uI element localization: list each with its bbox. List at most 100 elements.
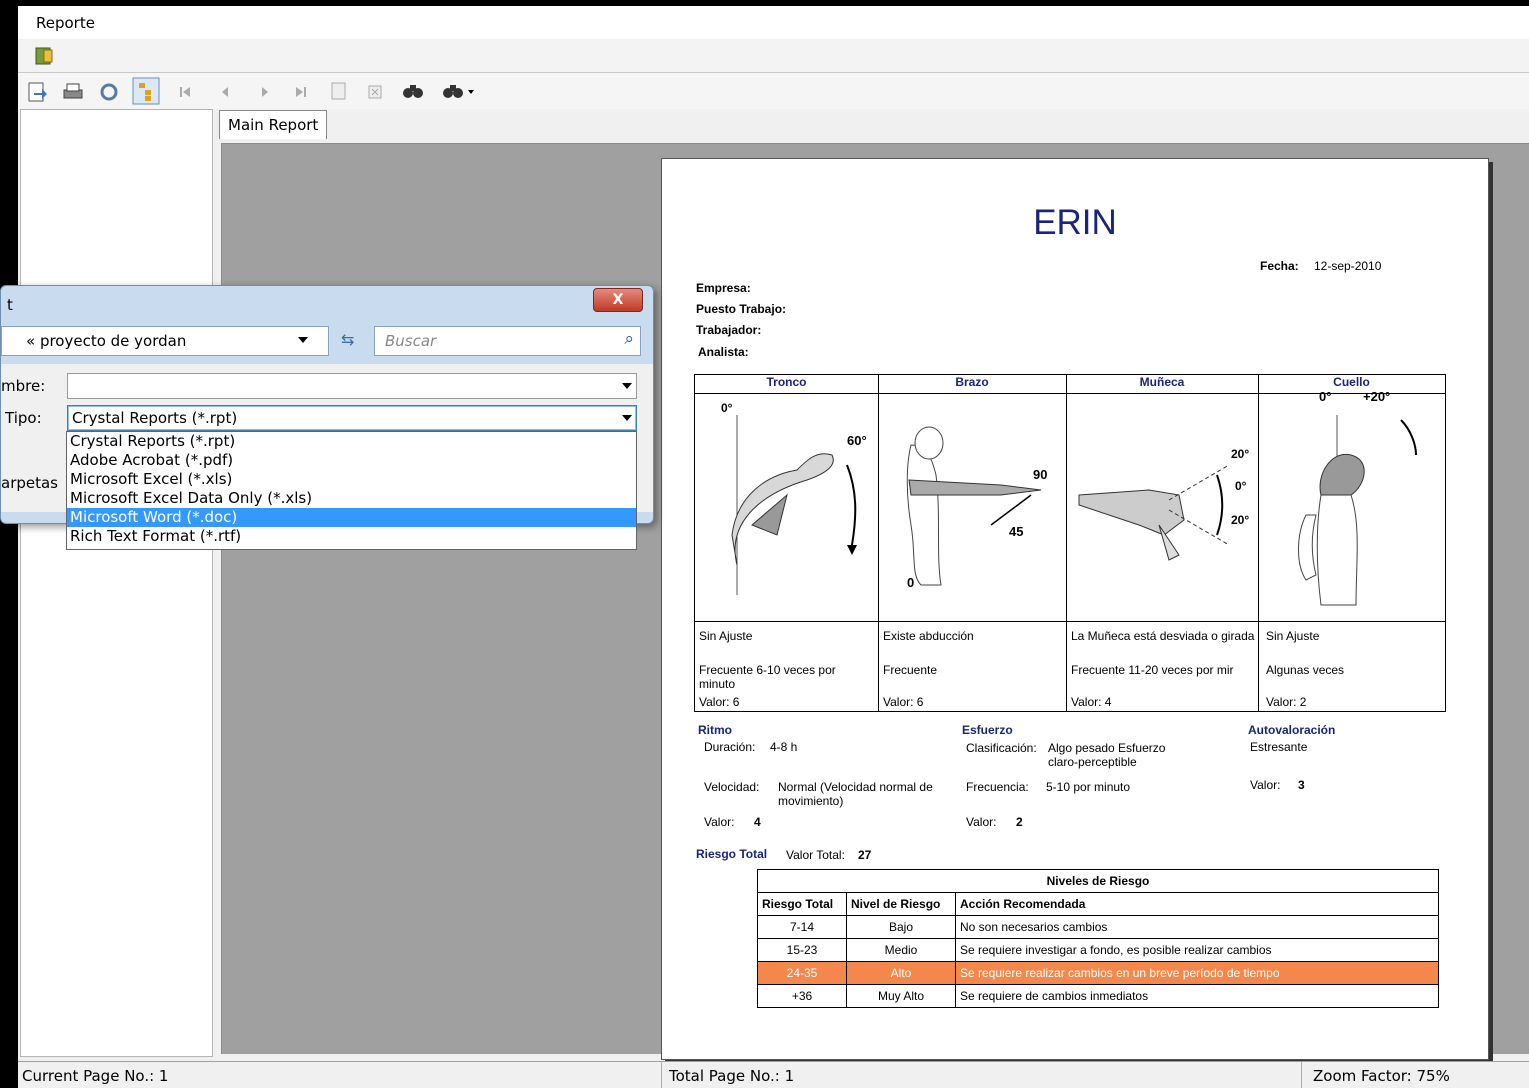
prev-page-icon[interactable] [218, 84, 232, 103]
chevron-down-icon[interactable] [298, 337, 308, 343]
cuello-ajuste: Sin Ajuste [1266, 629, 1320, 643]
option-excel-data-only[interactable]: Microsoft Excel Data Only (*.xls) [67, 489, 636, 508]
col-header-tronco: Tronco [695, 375, 878, 394]
carpetas-label[interactable]: arpetas [1, 474, 58, 492]
goto-page-icon[interactable] [329, 81, 349, 105]
brazo-valor: Valor: 6 [883, 695, 924, 709]
autovaloracion-text: Estresante [1250, 740, 1308, 754]
cuello-label-0: 0° [1319, 389, 1332, 404]
cell-riesgo: 7-14 [757, 915, 847, 939]
viewer-toolbar [18, 73, 1529, 109]
nombre-label: mbre: [1, 377, 46, 395]
option-crystal-reports[interactable]: Crystal Reports (*.rpt) [67, 432, 636, 451]
group-tree-panel[interactable] [20, 109, 213, 1057]
table-row: 15-23 Medio Se requiere investigar a fon… [757, 938, 1439, 962]
exit-icon[interactable] [34, 46, 54, 70]
export-icon[interactable] [26, 81, 48, 107]
tronco-label-0: 0° [721, 401, 733, 415]
report-title: ERIN [1033, 203, 1117, 242]
esfuerzo-frec-label: Frecuencia: [966, 780, 1029, 794]
muneca-ajuste: La Muñeca está desviada o girada [1071, 629, 1255, 643]
puesto-label: Puesto Trabajo: [696, 302, 787, 316]
autovaloracion-valor-label: Valor: [1250, 778, 1281, 792]
last-page-icon[interactable] [294, 84, 308, 103]
address-bar[interactable]: « proyecto de yordan [1, 326, 329, 356]
search-icon[interactable]: ⌕ [624, 329, 634, 349]
tronco-ajuste: Sin Ajuste [699, 629, 753, 643]
print-icon[interactable] [62, 81, 84, 107]
cell-accion: No son necesarios cambios [955, 915, 1439, 939]
cuello-frecuencia: Algunas veces [1266, 663, 1345, 677]
empresa-label: Empresa: [696, 281, 751, 295]
brazo-label-45: 45 [1009, 524, 1024, 539]
muneca-figure [1069, 395, 1257, 620]
refresh-icon[interactable]: ⇆ [341, 330, 354, 349]
table-row-highlighted: 24-35 Alto Se requiere realizar cambios … [757, 961, 1439, 985]
autovaloracion-valor: 3 [1298, 778, 1305, 792]
first-page-icon[interactable] [178, 84, 192, 103]
body-parts-grid: Tronco 0° 60° Sin Ajuste Frecuente 6-10 … [694, 374, 1446, 712]
muneca-label-0: 0° [1235, 479, 1247, 493]
chevron-down-icon[interactable] [622, 383, 632, 389]
search-placeholder: Buscar [385, 332, 437, 350]
zoom-icon[interactable] [442, 81, 476, 105]
brazo-label-90: 90 [1033, 467, 1048, 482]
file-type-value: Crystal Reports (*.rpt) [72, 409, 238, 427]
trabajador-label: Trabajador: [696, 323, 762, 337]
option-word[interactable]: Microsoft Word (*.doc) [67, 508, 636, 527]
menu-reporte[interactable]: Reporte [36, 14, 95, 32]
tab-main-report[interactable]: Main Report [219, 110, 328, 139]
search-input[interactable]: Buscar ⌕ [374, 326, 641, 356]
find-icon[interactable] [402, 81, 424, 105]
next-page-icon[interactable] [258, 84, 272, 103]
muneca-label-20b: 20° [1231, 513, 1250, 527]
tronco-frecuencia: Frecuente 6-10 veces por minuto [699, 663, 836, 691]
th-riesgo-total: Riesgo Total [757, 892, 847, 916]
ritmo-title: Ritmo [698, 723, 732, 737]
table-row: 7-14 Bajo No son necesarios cambios [757, 915, 1439, 939]
stop-icon[interactable] [368, 84, 382, 103]
ritmo-velocidad-label: Velocidad: [704, 780, 760, 794]
cell-nivel: Medio [846, 938, 956, 962]
file-type-select[interactable]: Crystal Reports (*.rpt) [67, 405, 637, 431]
valor-total: 27 [858, 848, 872, 862]
col-header-cuello: Cuello [1258, 375, 1445, 394]
dialog-close-button[interactable]: X [593, 288, 643, 312]
tronco-valor: Valor: 6 [699, 695, 740, 709]
option-adobe-acrobat[interactable]: Adobe Acrobat (*.pdf) [67, 451, 636, 470]
tipo-label: Tipo: [5, 409, 42, 427]
cuello-figure [1261, 395, 1443, 620]
option-excel[interactable]: Microsoft Excel (*.xls) [67, 470, 636, 489]
niveles-title: Niveles de Riesgo [757, 869, 1439, 893]
fecha-value: 12-sep-2010 [1314, 259, 1382, 273]
esfuerzo-clasif-label: Clasificación: [966, 741, 1037, 755]
report-page: ERIN Fecha: 12-sep-2010 Empresa: Puesto … [661, 158, 1489, 1060]
riesgo-total-title: Riesgo Total [696, 847, 768, 861]
brazo-label-0: 0 [907, 575, 915, 590]
zoom-status: Zoom Factor: 75% [1313, 1067, 1450, 1085]
ritmo-velocidad: Normal (Velocidad normal de movimiento) [778, 780, 933, 808]
refresh-icon[interactable] [98, 81, 120, 107]
file-type-dropdown[interactable]: Crystal Reports (*.rpt) Adobe Acrobat (*… [66, 431, 637, 550]
cell-nivel: Muy Alto [846, 984, 956, 1008]
muneca-label-20a: 20° [1231, 447, 1250, 461]
toolbar-top [18, 40, 1529, 73]
cell-accion: Se requiere realizar cambios en un breve… [955, 961, 1439, 985]
group-tree-icon[interactable] [132, 77, 160, 109]
current-page-status: Current Page No.: 1 [22, 1067, 169, 1085]
option-rtf[interactable]: Rich Text Format (*.rtf) [67, 527, 636, 546]
tronco-figure [697, 395, 877, 620]
esfuerzo-frec: 5-10 por minuto [1046, 780, 1131, 794]
muneca-valor: Valor: 4 [1071, 695, 1112, 709]
chevron-down-icon[interactable] [622, 415, 632, 421]
cell-riesgo: 24-35 [757, 961, 847, 985]
filename-field[interactable] [67, 373, 637, 399]
ritmo-valor-label: Valor: [704, 815, 735, 829]
esfuerzo-title: Esfuerzo [962, 723, 1013, 737]
tronco-label-60: 60° [847, 433, 867, 448]
fecha-label: Fecha: [1260, 259, 1299, 273]
cell-accion: Se requiere de cambios inmediatos [955, 984, 1439, 1008]
ritmo-duracion: 4-8 h [770, 740, 798, 754]
esfuerzo-valor: 2 [1016, 815, 1023, 829]
brazo-ajuste: Existe abducción [883, 629, 974, 643]
